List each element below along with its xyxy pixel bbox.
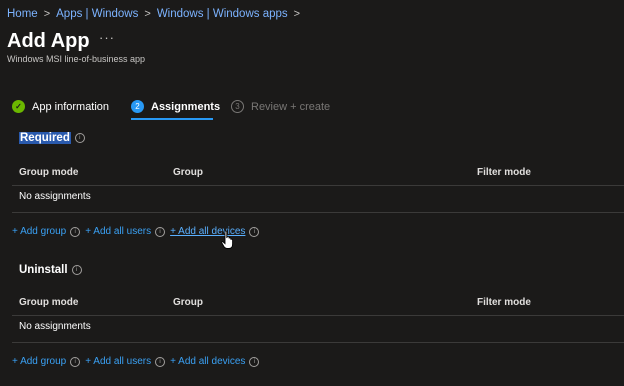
column-header-group-mode[interactable]: Group mode — [19, 167, 78, 178]
info-icon[interactable]: i — [155, 226, 166, 237]
table-divider — [12, 342, 624, 343]
step-assignments[interactable]: 2 Assignments — [131, 100, 220, 113]
info-icon[interactable]: i — [70, 226, 81, 237]
step-app-information[interactable]: ✓ App information — [12, 100, 109, 113]
info-icon[interactable]: i — [70, 356, 81, 367]
table-divider — [12, 185, 624, 186]
add-all-devices-label: + Add all devices — [170, 356, 246, 367]
add-group-label: + Add group — [12, 356, 67, 367]
hand-pointer-cursor — [221, 230, 234, 249]
add-group-label: + Add group — [12, 226, 67, 237]
required-label: Required — [19, 132, 71, 144]
empty-assignments-text: No assignments — [19, 321, 91, 332]
breadcrumb-home[interactable]: Home — [7, 8, 38, 20]
step-label: Review + create — [251, 100, 331, 113]
add-group-link[interactable]: + Add group i — [12, 356, 81, 367]
step-label: Assignments — [151, 100, 221, 113]
required-section-heading: Required i — [19, 132, 85, 144]
step-number-badge: 3 — [231, 100, 244, 113]
info-icon[interactable]: i — [74, 133, 85, 143]
info-icon[interactable]: i — [71, 265, 82, 275]
checkmark-icon: ✓ — [12, 100, 25, 113]
breadcrumb-windows-apps[interactable]: Windows | Windows apps — [157, 8, 288, 20]
add-all-users-label: + Add all users — [85, 356, 152, 367]
info-icon[interactable]: i — [249, 356, 260, 367]
column-header-group[interactable]: Group — [173, 297, 203, 308]
uninstall-actions: + Add group i + Add all users i + Add al… — [12, 356, 264, 367]
breadcrumb: Home > Apps | Windows > Windows | Window… — [7, 8, 306, 20]
active-step-indicator — [131, 118, 213, 120]
breadcrumb-separator: > — [144, 8, 151, 20]
table-divider — [12, 212, 624, 213]
column-header-filter-mode[interactable]: Filter mode — [477, 297, 531, 308]
column-header-group[interactable]: Group — [173, 167, 203, 178]
page-title: Add App — [7, 30, 90, 52]
column-header-group-mode[interactable]: Group mode — [19, 297, 78, 308]
info-icon[interactable]: i — [249, 226, 260, 237]
table-divider — [12, 315, 624, 316]
column-header-filter-mode[interactable]: Filter mode — [477, 167, 531, 178]
empty-assignments-text: No assignments — [19, 191, 91, 202]
breadcrumb-apps-windows[interactable]: Apps | Windows — [56, 8, 138, 20]
add-all-devices-link[interactable]: + Add all devices i — [170, 356, 260, 367]
info-icon[interactable]: i — [155, 356, 166, 367]
step-review-create: 3 Review + create — [231, 100, 330, 113]
uninstall-label: Uninstall — [19, 264, 68, 276]
add-all-users-link[interactable]: + Add all users i — [85, 356, 166, 367]
add-all-devices-link[interactable]: + Add all devices i — [170, 226, 260, 237]
step-label: App information — [32, 100, 110, 113]
add-all-users-link[interactable]: + Add all users i — [85, 226, 166, 237]
step-number-badge: 2 — [131, 100, 144, 113]
uninstall-section-heading: Uninstall i — [19, 264, 82, 276]
add-group-link[interactable]: + Add group i — [12, 226, 81, 237]
page-subtitle: Windows MSI line-of-business app — [7, 54, 146, 64]
breadcrumb-separator: > — [43, 8, 51, 20]
add-all-users-label: + Add all users — [85, 226, 152, 237]
more-options-button[interactable]: ··· — [99, 30, 115, 45]
breadcrumb-separator: > — [293, 8, 301, 20]
